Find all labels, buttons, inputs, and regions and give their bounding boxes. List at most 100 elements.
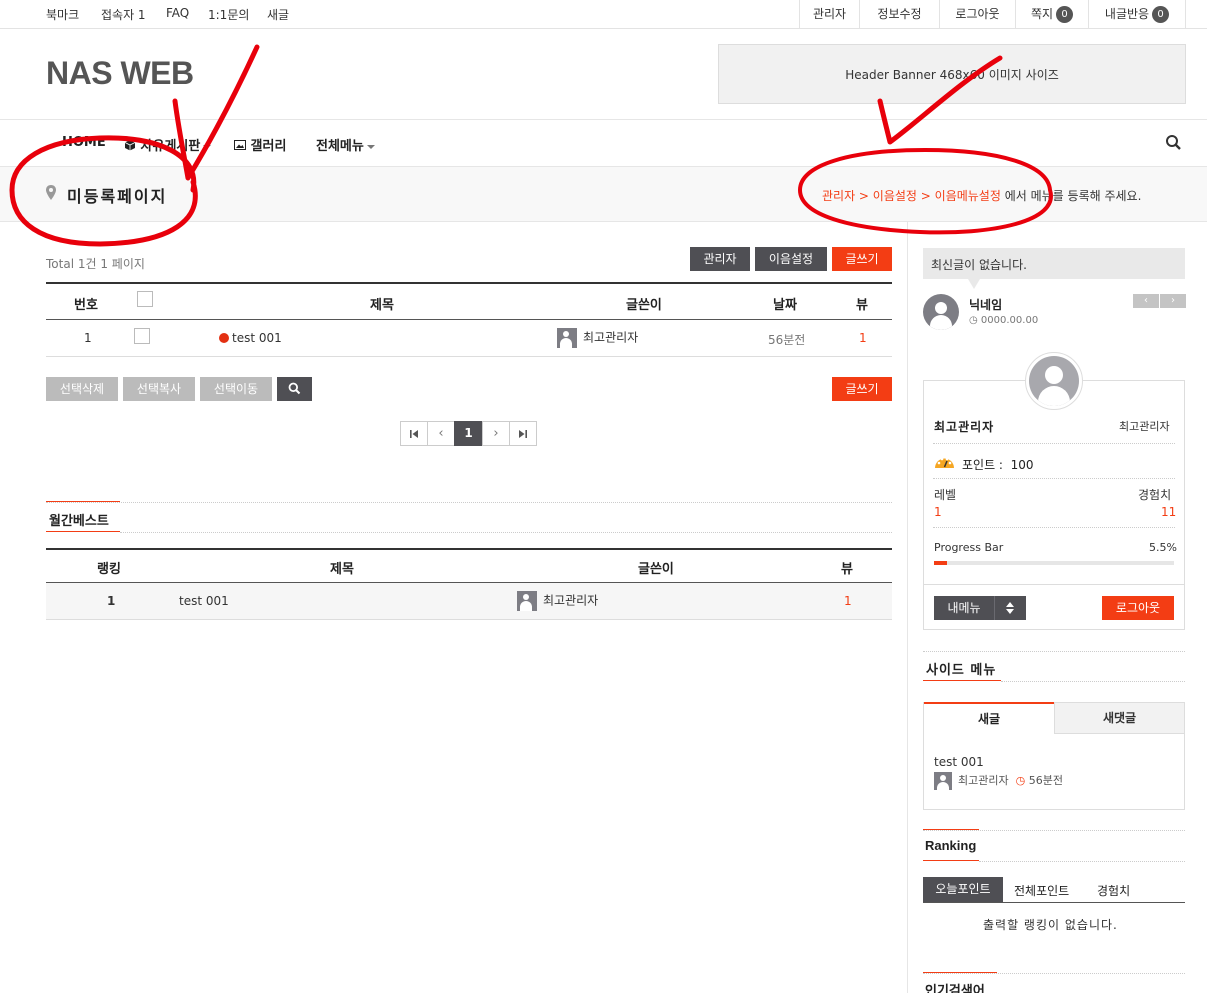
row-border (46, 356, 892, 357)
monthly-best-title: 월간베스트 (49, 514, 109, 529)
memo-count-badge: 0 (1056, 6, 1074, 23)
menu-setting-link[interactable]: 관리자 > 이음설정 > 이음메뉴설정 (822, 189, 1001, 203)
best-col-views: 뷰 (841, 562, 853, 577)
section-accent (923, 829, 979, 830)
row-checkbox[interactable] (134, 328, 150, 344)
board-total: Total 1건 1 페이지 (46, 257, 145, 271)
profile-avatar-frame (1025, 352, 1083, 410)
replies-link[interactable]: 내글반응 0 (1088, 0, 1186, 28)
col-title: 제목 (370, 298, 394, 313)
table-top-border (46, 282, 892, 284)
logout-link[interactable]: 로그아웃 (939, 0, 1015, 28)
settings-button[interactable]: 이음설정 (755, 247, 827, 271)
nav-home[interactable]: HOME (62, 135, 106, 150)
image-icon (234, 140, 246, 150)
page-current[interactable]: 1 (454, 421, 483, 446)
copy-selected-button[interactable]: 선택복사 (123, 377, 195, 401)
section-accent (923, 972, 997, 973)
latest-notice-box: 최신글이 없습니다. (923, 248, 1185, 279)
col-date: 날짜 (773, 298, 797, 313)
row-date: 56분전 (768, 333, 806, 347)
best-author[interactable]: 최고관리자 (517, 591, 598, 611)
tab-new-comments[interactable]: 새댓글 (1054, 703, 1184, 734)
first-page-button[interactable] (400, 421, 428, 446)
edit-info-link[interactable]: 정보수정 (859, 0, 939, 28)
avatar-head (1045, 366, 1063, 384)
new-posts-link[interactable]: 새글 (267, 6, 289, 23)
row-views: 1 (859, 331, 867, 345)
tab-today-points[interactable]: 오늘포인트 (923, 877, 1003, 902)
site-logo[interactable]: NAS WEB (46, 55, 194, 92)
sidebar-logout-button[interactable]: 로그아웃 (1102, 596, 1174, 620)
popular-search-title: 인기검색어 (925, 984, 985, 993)
best-table-top (46, 548, 892, 550)
write-button-bottom[interactable]: 글쓰기 (832, 377, 892, 401)
ranking-title: Ranking (925, 838, 977, 853)
next-page-button[interactable]: › (482, 421, 510, 446)
sort-icon (1006, 602, 1014, 614)
my-menu-button[interactable]: 내메뉴 (934, 596, 1026, 620)
tab-new-comments-label: 새댓글 (1102, 711, 1137, 725)
last-page-button[interactable] (509, 421, 537, 446)
nav-free-board[interactable]: 자유게시판 (124, 135, 212, 154)
move-selected-button[interactable]: 선택이동 (200, 377, 272, 401)
new-post-title-link[interactable]: test 001 (934, 755, 984, 769)
row-title-link[interactable]: test 001 (232, 331, 282, 345)
next-slide-button[interactable]: › (1160, 294, 1186, 308)
admin-link[interactable]: 관리자 (799, 0, 859, 28)
divider (923, 651, 1185, 652)
delete-selected-button[interactable]: 선택삭제 (46, 377, 118, 401)
chevron-left-icon: ‹ (1144, 295, 1148, 306)
sidebar-divider (907, 222, 908, 993)
points-label: 포인트 : (962, 458, 1003, 472)
board-search-button[interactable] (277, 377, 312, 401)
divider (924, 584, 1184, 585)
prev-slide-button[interactable]: ‹ (1133, 294, 1159, 308)
best-col-title: 제목 (330, 562, 354, 577)
tab-new-posts[interactable]: 새글 (924, 702, 1054, 734)
visitors-link[interactable]: 접속자 1 (101, 6, 146, 23)
speech-tail (968, 279, 980, 289)
header-banner[interactable]: Header Banner 468x60 이미지 사이즈 (718, 44, 1186, 104)
map-marker-icon (46, 185, 56, 200)
button-separator (994, 596, 995, 620)
memo-link[interactable]: 쪽지 0 (1015, 0, 1088, 28)
write-button[interactable]: 글쓰기 (832, 247, 892, 271)
nav-all-menu[interactable]: 전체메뉴 (316, 135, 375, 154)
chevron-down-icon (203, 144, 212, 149)
row-num: 1 (84, 331, 92, 345)
points-value: 100 (1010, 458, 1034, 472)
qa-link[interactable]: 1:1문의 (208, 6, 249, 23)
page-title: 미등록페이지 (67, 187, 168, 206)
exp-label: 경험치 (1138, 488, 1172, 502)
best-col-author: 글쓴이 (638, 562, 674, 577)
nickname-avatar (923, 294, 959, 330)
prev-page-button[interactable]: ‹ (427, 421, 455, 446)
divider (923, 830, 1185, 831)
tab-total-points[interactable]: 전체포인트 (1014, 882, 1069, 899)
user-avatar-icon (517, 591, 537, 611)
nav-gallery[interactable]: 갤러리 (234, 135, 286, 154)
faq-link[interactable]: FAQ (166, 6, 189, 20)
section-accent (46, 501, 120, 502)
search-icon[interactable] (1165, 134, 1182, 151)
level-value: 1 (934, 505, 942, 519)
progress-track (934, 561, 1174, 565)
progress-fill (934, 561, 948, 565)
new-post-author: 최고관리자 (958, 774, 1009, 787)
best-title-link[interactable]: test 001 (179, 594, 229, 608)
menu-hint-text: 에서 메뉴를 등록해 주세요. (1000, 189, 1142, 203)
row-author[interactable]: 최고관리자 (557, 328, 638, 348)
chevron-left-icon: ‹ (438, 426, 444, 441)
admin-button[interactable]: 관리자 (690, 247, 750, 271)
divider (979, 861, 1185, 862)
select-all-checkbox[interactable] (137, 291, 153, 307)
table-row: 1 test 001 최고관리자 1 (46, 583, 892, 619)
cube-icon (124, 140, 136, 151)
bookmark-link[interactable]: 북마크 (46, 6, 79, 23)
points-row: 포인트 : 100 (962, 456, 1034, 473)
page-title-bar: 미등록페이지 관리자 > 이음설정 > 이음메뉴설정 에서 메뉴를 등록해 주세… (0, 167, 1207, 222)
memo-label: 쪽지 (1030, 7, 1054, 21)
tab-experience[interactable]: 경험치 (1097, 882, 1130, 899)
nav-free-board-label: 자유게시판 (140, 139, 201, 154)
